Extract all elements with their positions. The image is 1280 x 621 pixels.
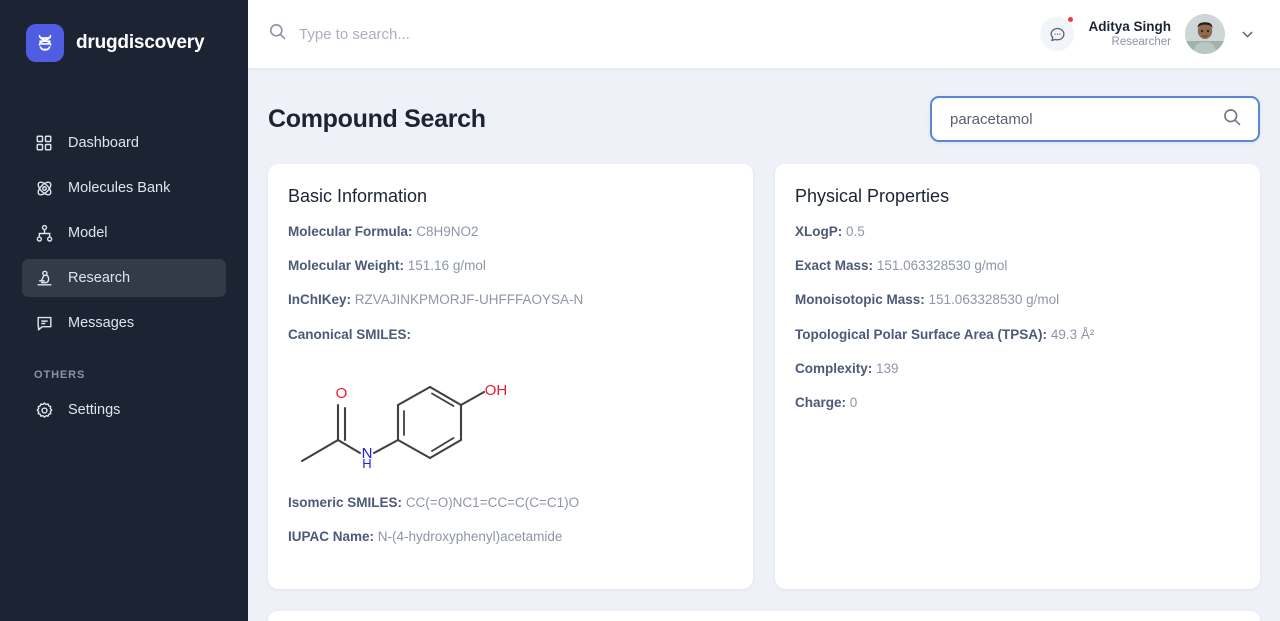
property-label: Complexity:: [795, 360, 873, 376]
dna-helix-icon: [26, 24, 64, 62]
sidebar-item-molecules-bank[interactable]: Molecules Bank: [22, 169, 226, 207]
property-isomeric-smiles: Isomeric SMILES: CC(=O)NC1=CC=C(C=C1)O: [288, 494, 733, 512]
property-iupac-name: IUPAC Name: N-(4-hydroxyphenyl)acetamide: [288, 528, 733, 546]
sidebar-item-label: Settings: [68, 402, 121, 418]
user-meta: Aditya Singh Researcher: [1088, 18, 1171, 50]
property-value: C8H9NO2: [416, 224, 479, 239]
property-label: InChIKey:: [288, 292, 352, 308]
page-title: Compound Search: [268, 104, 486, 133]
property-value: CC(=O)NC1=CC=C(C=C1)O: [405, 494, 580, 510]
sidebar-section-others: OTHERS: [34, 369, 86, 381]
chat-icon: [34, 313, 54, 333]
property-charge: Charge: 0: [795, 394, 1240, 412]
property-value: 0: [849, 395, 858, 411]
sidebar: drugdiscovery Dashboard Molecules Bank M…: [0, 0, 248, 621]
sidebar-item-label: Model: [68, 225, 108, 241]
search-icon[interactable]: [1222, 107, 1242, 132]
sidebar-nav: Dashboard Molecules Bank Model Research …: [0, 124, 248, 429]
user-avatar: [1185, 14, 1225, 54]
property-label: Canonical SMILES:: [288, 326, 412, 342]
sidebar-item-label: Molecules Bank: [68, 180, 171, 196]
property-value: 139: [876, 360, 899, 376]
brand-name: drugdiscovery: [76, 32, 205, 53]
property-label: Charge:: [795, 395, 847, 411]
property-canonical-smiles: Canonical SMILES:: [288, 326, 733, 344]
atom-label-H: H: [362, 456, 371, 468]
property-label: Exact Mass:: [795, 258, 874, 274]
global-search[interactable]: [268, 22, 1040, 46]
sidebar-item-settings[interactable]: Settings: [22, 391, 226, 429]
property-value: 151.063328530 g/mol: [876, 258, 1008, 274]
gear-icon: [34, 400, 54, 420]
page-header: Compound Search: [268, 68, 1260, 164]
atom-label-O: O: [336, 385, 348, 402]
sidebar-item-dashboard[interactable]: Dashboard: [22, 124, 226, 162]
property-tpsa: Topological Polar Surface Area (TPSA): 4…: [795, 326, 1240, 344]
property-value: 0.5: [846, 224, 865, 239]
property-molecular-weight: Molecular Weight: 151.16 g/mol: [288, 257, 733, 275]
chat-bubble-icon: [1050, 27, 1065, 41]
microscope-icon: [34, 268, 54, 288]
sidebar-item-label: Messages: [68, 315, 135, 331]
property-exact-mass: Exact Mass: 151.063328530 g/mol: [795, 257, 1240, 275]
hierarchy-icon: [34, 223, 54, 243]
property-complexity: Complexity: 139: [795, 360, 1240, 378]
atom-label-OH: OH: [485, 382, 508, 399]
property-label: Molecular Formula:: [288, 224, 413, 239]
compound-search-box[interactable]: [930, 96, 1260, 142]
compound-search-input[interactable]: [950, 110, 1212, 128]
property-value: 151.063328530 g/mol: [928, 292, 1060, 308]
card-title: Basic Information: [288, 186, 428, 206]
sidebar-item-label: Research: [68, 270, 131, 286]
sidebar-item-messages[interactable]: Messages: [22, 304, 226, 342]
brand[interactable]: drugdiscovery: [0, 0, 248, 62]
property-label: IUPAC Name:: [288, 529, 375, 545]
property-label: XLogP:: [795, 224, 843, 239]
property-label: Topological Polar Surface Area (TPSA):: [795, 326, 1048, 342]
result-cards: Basic Information Molecular Formula: C8H…: [268, 164, 1260, 589]
avatar[interactable]: [1185, 14, 1225, 54]
property-xlogp: XLogP: 0.5: [795, 223, 1240, 241]
property-value: RZVAJINKPMORJF-UHFFFAOYSA-N: [354, 292, 584, 308]
app-root: drugdiscovery Dashboard Molecules Bank M…: [0, 0, 1280, 621]
sidebar-item-research[interactable]: Research: [22, 259, 226, 297]
card-title: Physical Properties: [795, 186, 950, 206]
property-molecular-formula: Molecular Formula: C8H9NO2: [288, 223, 733, 241]
property-value: 49.3 Å²: [1050, 326, 1095, 342]
notifications-button[interactable]: [1040, 15, 1076, 51]
physical-properties-card: Physical Properties XLogP: 0.5 Exact Mas…: [775, 164, 1260, 589]
sidebar-item-label: Dashboard: [68, 135, 139, 151]
search-icon: [268, 22, 287, 46]
topbar: Aditya Singh Researcher: [248, 0, 1280, 68]
basic-information-card: Basic Information Molecular Formula: C8H…: [268, 164, 753, 589]
notification-badge: [1066, 15, 1076, 24]
property-inchikey: InChIKey: RZVAJINKPMORJF-UHFFFAOYSA-N: [288, 291, 733, 309]
property-label: Monoisotopic Mass:: [795, 292, 925, 308]
property-monoisotopic-mass: Monoisotopic Mass: 151.063328530 g/mol: [795, 291, 1240, 309]
content-area: Compound Search Basic Information: [248, 68, 1280, 621]
atom-icon: [34, 178, 54, 198]
property-value: N-(4-hydroxyphenyl)acetamide: [377, 529, 563, 545]
additional-results-card: [268, 611, 1260, 621]
property-label: Molecular Weight:: [288, 258, 405, 274]
search-input[interactable]: [299, 25, 619, 43]
main-area: Aditya Singh Researcher: [248, 0, 1280, 621]
user-role: Researcher: [1111, 36, 1171, 49]
property-label: Isomeric SMILES:: [288, 494, 403, 510]
paracetamol-structure-diagram: O N H OH: [288, 378, 733, 468]
user-name: Aditya Singh: [1088, 18, 1171, 34]
user-menu-chevron[interactable]: [1239, 26, 1256, 43]
topbar-right: Aditya Singh Researcher: [1040, 14, 1256, 54]
chevron-down-icon: [1242, 31, 1253, 37]
property-value: 151.16 g/mol: [407, 258, 486, 274]
grid-icon: [34, 133, 54, 153]
sidebar-item-model[interactable]: Model: [22, 214, 226, 252]
